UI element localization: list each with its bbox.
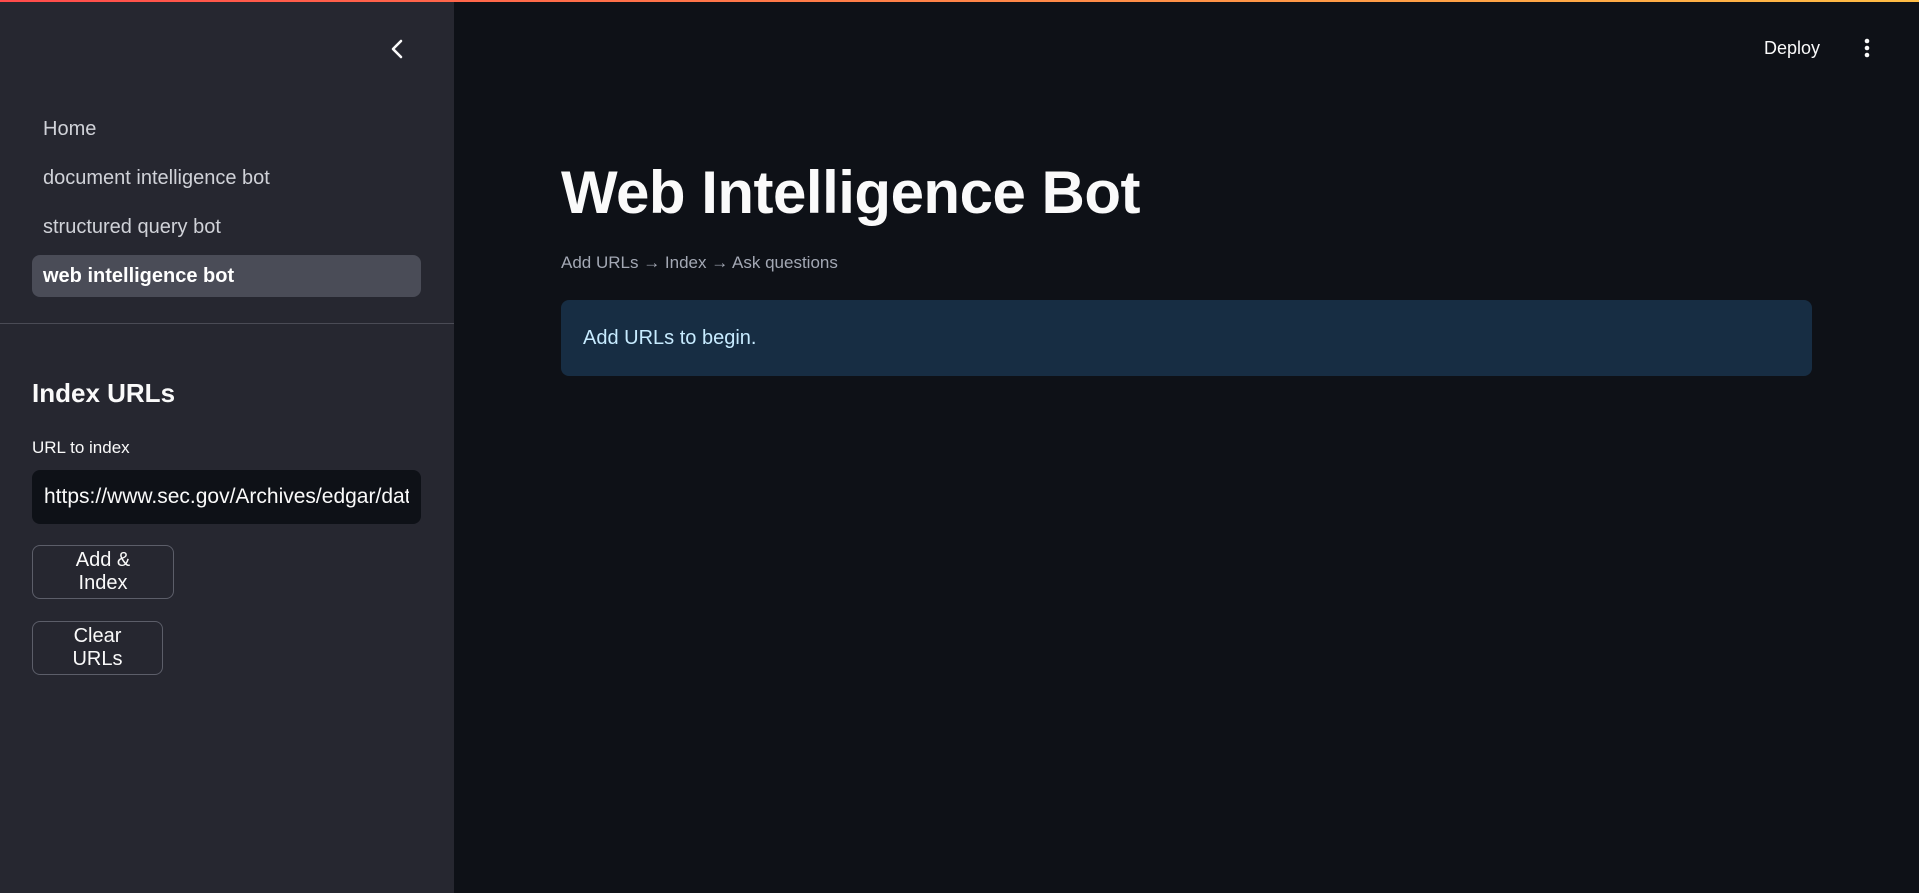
- sidebar-item-home[interactable]: Home: [32, 108, 421, 150]
- more-vertical-icon: [1864, 38, 1870, 58]
- sidebar-item-web-intelligence-bot[interactable]: web intelligence bot: [32, 255, 421, 297]
- main-menu-button[interactable]: [1856, 34, 1878, 62]
- add-and-index-button[interactable]: Add & Index: [32, 545, 174, 599]
- clear-urls-button[interactable]: Clear URLs: [32, 621, 163, 675]
- sidebar: Home document intelligence bot structure…: [0, 0, 454, 893]
- info-alert: Add URLs to begin.: [561, 300, 1812, 376]
- url-field-label: URL to index: [32, 438, 130, 457]
- sidebar-item-structured-query-bot[interactable]: structured query bot: [32, 206, 421, 248]
- deploy-button[interactable]: Deploy: [1764, 34, 1820, 62]
- top-decoration-bar: [0, 0, 1919, 2]
- page-caption: Add URLs → Index → Ask questions: [561, 253, 838, 272]
- sidebar-nav: Home document intelligence bot structure…: [32, 108, 421, 304]
- page-title: Web Intelligence Bot: [561, 159, 1140, 226]
- chevron-left-icon: [391, 39, 403, 59]
- info-alert-text: Add URLs to begin.: [583, 326, 757, 349]
- sidebar-divider: [0, 323, 454, 324]
- index-urls-heading: Index URLs: [32, 378, 176, 408]
- sidebar-item-document-intelligence-bot[interactable]: document intelligence bot: [32, 157, 421, 199]
- collapse-sidebar-button[interactable]: [384, 36, 410, 62]
- url-input[interactable]: [32, 470, 421, 524]
